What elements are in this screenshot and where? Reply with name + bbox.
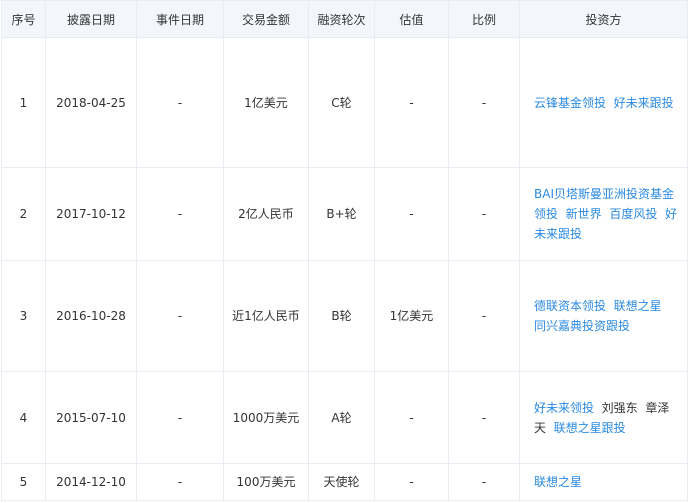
investor-link[interactable]: 好未来领投 bbox=[534, 401, 594, 415]
table-row: 1 2018-04-25-1亿美元 C轮 - - 云锋基金领投 好未来跟投 bbox=[1, 37, 688, 168]
investor-link[interactable]: 联想之星跟投 bbox=[554, 421, 626, 435]
cell-index: 4 bbox=[1, 371, 46, 464]
cell-deal-amount: 1000万美元 bbox=[223, 371, 309, 464]
cell-investors: BAI贝塔斯曼亚洲投资基金领投 新世界 百度风投 好未来跟投 bbox=[519, 167, 688, 261]
header-valuation: 估值 bbox=[374, 0, 449, 38]
header-disclosure-date: 披露日期 bbox=[45, 0, 137, 38]
cell-valuation: - bbox=[374, 167, 449, 261]
cell-ratio: - bbox=[448, 371, 520, 464]
header-investors: 投资方 bbox=[519, 0, 688, 38]
header-funding-round: 融资轮次 bbox=[308, 0, 375, 38]
header-ratio: 比例 bbox=[448, 0, 520, 38]
table-row: 4 2015-07-10-1000万美元 A轮 - - 好未来领投 刘强东 章泽天 联想之… bbox=[1, 371, 688, 464]
investor-link[interactable]: 云锋基金领投 bbox=[534, 96, 606, 110]
cell-deal-amount: 2亿人民币 bbox=[223, 167, 309, 261]
header-event-date: 事件日期 bbox=[136, 0, 224, 38]
table-row: 2 2017-10-12-2亿人民币 B+轮 - - BAI贝塔斯曼亚洲投资基金领投 新世… bbox=[1, 167, 688, 261]
table-row: 5 2014-12-10-100万美元 天使轮 - - 联想之星 bbox=[1, 463, 688, 501]
cell-ratio: - bbox=[448, 463, 520, 501]
cell-investors: 好未来领投 刘强东 章泽天 联想之星跟投 bbox=[519, 371, 688, 464]
cell-index: 3 bbox=[1, 260, 46, 372]
cell-valuation: - bbox=[374, 371, 449, 464]
cell-disclosure-date: 2018-04-25 bbox=[45, 37, 137, 168]
cell-index: 5 bbox=[1, 463, 46, 501]
investor-name: 刘强东 bbox=[601, 400, 638, 415]
cell-disclosure-date: 2015-07-10 bbox=[45, 371, 137, 464]
cell-funding-round: A轮 bbox=[308, 371, 375, 464]
cell-event-date: - bbox=[136, 167, 224, 261]
cell-index: 1 bbox=[1, 37, 46, 168]
investor-link[interactable]: 同兴嘉典投资跟投 bbox=[534, 319, 630, 333]
cell-funding-round: B轮 bbox=[308, 260, 375, 372]
cell-ratio: - bbox=[448, 167, 520, 261]
header-index: 序号 bbox=[1, 0, 46, 38]
cell-deal-amount: 近1亿人民币 bbox=[223, 260, 309, 372]
investor-link[interactable]: 百度风投 bbox=[609, 207, 657, 221]
cell-ratio: - bbox=[448, 260, 520, 372]
cell-disclosure-date: 2016-10-28 bbox=[45, 260, 137, 372]
cell-index: 2 bbox=[1, 167, 46, 261]
investor-link[interactable]: 联想之星 bbox=[534, 475, 582, 489]
cell-investors: 联想之星 bbox=[519, 463, 688, 501]
cell-disclosure-date: 2017-10-12 bbox=[45, 167, 137, 261]
cell-investors: 德联资本领投 联想之星 同兴嘉典投资跟投 bbox=[519, 260, 688, 372]
cell-disclosure-date: 2014-12-10 bbox=[45, 463, 137, 501]
cell-event-date: - bbox=[136, 463, 224, 501]
cell-deal-amount: 100万美元 bbox=[223, 463, 309, 501]
investor-link[interactable]: 新世界 bbox=[566, 207, 602, 221]
cell-ratio: - bbox=[448, 37, 520, 168]
table-row: 3 2016-10-28- 近1亿人民币 B轮 1亿美元 - 德联资本领投 联想之星 同兴嘉… bbox=[1, 260, 688, 372]
investor-link[interactable]: 德联资本领投 bbox=[534, 299, 606, 313]
cell-event-date: - bbox=[136, 37, 224, 168]
header-deal-amount: 交易金额 bbox=[223, 0, 309, 38]
table-header-row: 序号 披露日期 事件日期 交易金额 融资轮次 估值 比例 投资方 bbox=[1, 0, 688, 38]
cell-valuation: - bbox=[374, 37, 449, 168]
cell-investors: 云锋基金领投 好未来跟投 bbox=[519, 37, 688, 168]
cell-event-date: - bbox=[136, 260, 224, 372]
cell-valuation: - bbox=[374, 463, 449, 501]
cell-deal-amount: 1亿美元 bbox=[223, 37, 309, 168]
investor-link[interactable]: 联想之星 bbox=[614, 299, 662, 313]
investor-link[interactable]: 好未来跟投 bbox=[614, 96, 674, 110]
cell-funding-round: B+轮 bbox=[308, 167, 375, 261]
cell-funding-round: C轮 bbox=[308, 37, 375, 168]
cell-funding-round: 天使轮 bbox=[308, 463, 375, 501]
funding-table: 序号 披露日期 事件日期 交易金额 融资轮次 估值 比例 投资方 1 2018-0… bbox=[1, 0, 688, 501]
cell-valuation: 1亿美元 bbox=[374, 260, 449, 372]
cell-event-date: - bbox=[136, 371, 224, 464]
